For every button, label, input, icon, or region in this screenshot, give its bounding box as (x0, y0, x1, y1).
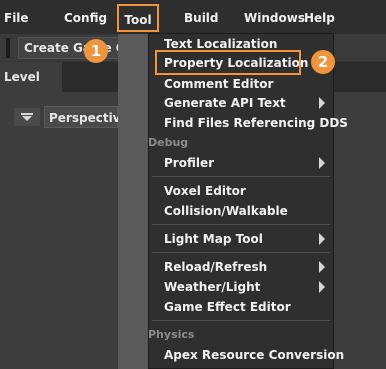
menu-file[interactable]: File (4, 0, 29, 34)
menu-separator (152, 176, 330, 177)
menu-item-light-map-tool[interactable]: Light Map Tool (164, 229, 263, 249)
tab-level[interactable]: Level (0, 62, 62, 92)
menu-separator (152, 252, 330, 253)
property-localization-highlight (155, 50, 301, 75)
dropdown-triangle-icon (21, 113, 33, 121)
menu-help[interactable]: Help (304, 0, 335, 34)
callout-badge-1: 1 (84, 39, 108, 63)
perspective-button[interactable]: Perspective (44, 106, 129, 128)
menu-item-apex-resource-conversion[interactable]: Apex Resource Conversion (164, 345, 344, 365)
menu-item-reload-refresh[interactable]: Reload/Refresh (164, 257, 267, 277)
view-options-toggle[interactable] (14, 108, 40, 126)
menu-item-generate-api-text[interactable]: Generate API Text (164, 93, 286, 113)
menu-item-find-files-referencing-dds[interactable]: Find Files Referencing DDS (164, 113, 348, 133)
menu-item-voxel-editor[interactable]: Voxel Editor (164, 181, 246, 201)
tool-menu-highlight (118, 34, 148, 369)
section-label-debug: Debug (148, 136, 189, 149)
submenu-arrow-icon (319, 233, 325, 245)
menu-item-game-effect-editor[interactable]: Game Effect Editor (164, 297, 291, 317)
submenu-arrow-icon (319, 157, 325, 169)
menu-build[interactable]: Build (184, 0, 219, 34)
toolbar-grip[interactable] (6, 38, 10, 58)
menu-item-weather-light[interactable]: Weather/Light (164, 277, 260, 297)
submenu-arrow-icon (319, 97, 325, 109)
submenu-arrow-icon (319, 281, 325, 293)
menu-tool[interactable]: Tool (117, 4, 159, 32)
section-label-physics: Physics (148, 328, 195, 341)
menu-item-comment-editor[interactable]: Comment Editor (164, 74, 273, 94)
create-game-object-button[interactable]: Create Game Object (18, 37, 130, 59)
menu-windows[interactable]: Windows (244, 0, 305, 34)
menu-separator (152, 320, 330, 321)
callout-badge-2: 2 (311, 50, 335, 74)
menu-item-collision-walkable[interactable]: Collision/Walkable (164, 201, 288, 221)
menu-separator (152, 224, 330, 225)
menu-config[interactable]: Config (64, 0, 107, 34)
submenu-arrow-icon (319, 261, 325, 273)
menu-item-profiler[interactable]: Profiler (164, 153, 214, 173)
